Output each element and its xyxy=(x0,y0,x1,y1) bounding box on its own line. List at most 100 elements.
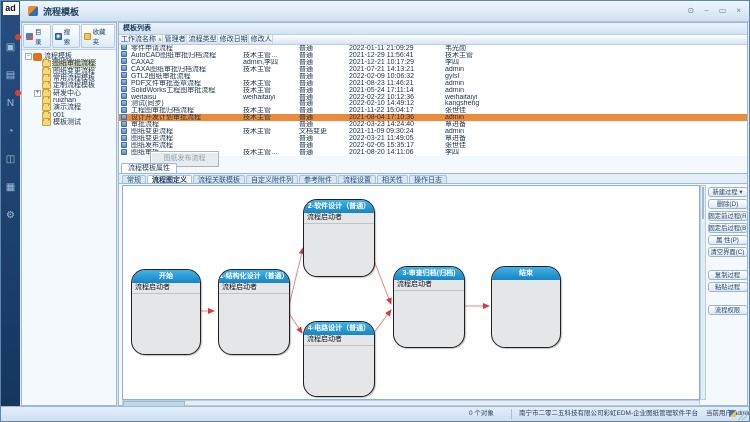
properties-tab[interactable]: 操作日志 xyxy=(409,175,447,183)
sidebar-tab[interactable]: 搜索 xyxy=(52,24,80,48)
cell-modifier: 李四 xyxy=(443,59,747,66)
cell-manager: 技术主管… xyxy=(241,149,297,156)
properties-tab[interactable]: 自定义附件列 xyxy=(246,175,298,183)
flow-node-title: 2-软件设计（普通） xyxy=(304,200,374,213)
tree-item[interactable]: + 研发中心 xyxy=(24,89,116,96)
diagram-tool-button[interactable]: 复制过程 xyxy=(708,270,748,280)
tree-item[interactable]: 演示流程 xyxy=(24,104,116,111)
cell-modified-date: 2022-02-05 15:35:17 xyxy=(347,142,443,149)
flow-node-review-archive[interactable]: 3-审查归档(归档) 流程启动者 xyxy=(393,266,465,348)
diagram-tool-button[interactable]: 新建过程 ▾ xyxy=(708,187,748,197)
flow-node-owner: 流程启动者 xyxy=(304,213,374,224)
cell-manager: 技术主管 xyxy=(241,66,297,73)
tree-item-label: ruizhan xyxy=(53,97,76,104)
table-row[interactable]: 设计开发计划审批流程 技术主管 普通 2021-08-04 17:10:36 a… xyxy=(119,114,747,121)
diagram-tool-button[interactable]: 粘贴过程 xyxy=(708,282,748,292)
tree-item[interactable]: 001 xyxy=(24,111,116,118)
table-row[interactable]: 审批流程 普通 2022-03-23 14:24:40 覃进备 xyxy=(119,121,747,128)
table-row[interactable]: 零件申请流程 普通 2022-01-11 21:09:29 韦光勋 xyxy=(119,45,747,52)
flow-node-owner: 流程启动者 xyxy=(132,283,200,294)
column-header[interactable]: 工作流名称 ∧ xyxy=(119,35,163,44)
rail-icon[interactable]: ◫ xyxy=(3,149,18,163)
tree-item-label: 模板测试 xyxy=(53,119,81,126)
column-header[interactable]: 修改日期 xyxy=(218,35,249,44)
cell-modifier: 技术主管 xyxy=(443,52,747,59)
tree-item[interactable]: 模板测试 xyxy=(24,119,116,126)
properties-tab[interactable]: 参考附件 xyxy=(299,175,337,183)
table-row[interactable]: CAXA图纸审批归档流程 技术主管 普通 2021-07-21 14:13:21… xyxy=(119,66,747,73)
table-row[interactable]: weitaisu weihaitaiyi 普通 2022-02-22 10:12… xyxy=(119,94,747,101)
title-bar: 流程模板 ⊙ − ▭ × xyxy=(20,1,749,22)
sidebar-tab-label: 收藏夹 xyxy=(93,26,112,46)
properties-tab[interactable]: 流程设置 xyxy=(338,175,376,183)
flow-node-circuit-design[interactable]: 4-电路设计（普通） 流程启动者 xyxy=(303,321,375,397)
table-row[interactable]: 图纸变更流程 普通 2022-03-21 11:49:05 覃进备 xyxy=(119,135,747,142)
sidebar-tab[interactable]: 收藏夹 xyxy=(81,24,115,48)
rail-icon[interactable]: ◔ xyxy=(3,121,18,135)
column-header[interactable]: 流程类型 xyxy=(187,35,218,44)
window-control-icon[interactable]: − xyxy=(704,1,709,21)
cell-workflow-name: SolidWorks工程图审批流程 xyxy=(129,87,241,94)
cell-type: 普通 xyxy=(297,66,347,73)
rail-icon[interactable]: ⚙ xyxy=(3,205,18,219)
cell-modified-date: 2022-03-21 11:49:05 xyxy=(347,135,443,142)
column-header[interactable]: 管理者 xyxy=(163,35,187,44)
window-control-icon[interactable]: ▭ xyxy=(719,1,727,21)
sidebar-tab-icon xyxy=(84,33,91,40)
properties-tab[interactable]: 流程图定义 xyxy=(147,175,192,183)
sidebar-tab[interactable]: 目录 xyxy=(23,24,51,48)
flow-node-start[interactable]: 开始 流程启动者 xyxy=(131,269,201,355)
tree-item-label: 定制流程模板 xyxy=(53,82,95,89)
properties-tab[interactable]: 相关性 xyxy=(377,175,408,183)
column-header[interactable]: 修改人 xyxy=(249,35,273,44)
rail-icon[interactable]: ▤ xyxy=(3,65,18,79)
cell-workflow-name: 工程图审批归档流程 xyxy=(129,107,241,114)
cell-modifier: 张世佳 xyxy=(443,107,747,114)
cell-modifier: admin xyxy=(443,114,747,121)
table-row[interactable]: 图纸变更流程 技术主管 文档变更 2021-11-09 09:30:24 adm… xyxy=(119,128,747,135)
rail-icon[interactable]: N • xyxy=(3,93,18,107)
table-row[interactable]: SolidWorks工程图审批流程 技术主管 普通 2021-05-24 17:… xyxy=(119,87,747,94)
flow-node-structure-design[interactable]: 1-结构化设计（普通） 流程启动者 xyxy=(218,269,290,355)
flow-diagram-canvas[interactable]: 开始 流程启动者 1-结构化设计（普通） 流程启动者 2-软件设计（普通） 流程… xyxy=(122,185,700,400)
window-control-icon[interactable]: × xyxy=(736,1,741,21)
table-row[interactable]: GTL2图纸审批流程 普通 2022-02-09 10:06:32 gylsl xyxy=(119,73,747,80)
table-row[interactable]: AutoCAD图纸审批归档流程 技术主管… 普通 2021-12-29 11:5… xyxy=(119,52,747,59)
tree-expander-icon[interactable]: + xyxy=(34,90,41,97)
cell-manager: 技术主管 xyxy=(241,80,297,87)
sidebar-tab-label: 搜索 xyxy=(64,26,77,46)
diagram-tool-button[interactable]: 删除(D) xyxy=(708,199,748,209)
app-rail: ad ▣ • ▤ N • ◔ xyxy=(1,1,20,407)
diagram-tool-button[interactable]: 流程权限 xyxy=(708,305,748,315)
cell-type: 文档变更 xyxy=(297,128,347,135)
window-control-icon[interactable]: ⊙ xyxy=(687,1,694,21)
cell-modifier: gylsl xyxy=(443,73,747,80)
folder-icon xyxy=(42,119,51,126)
diagram-tool-button[interactable]: 固定前过程(R) xyxy=(708,211,748,221)
diagram-tool-button[interactable]: 清空界面(C) xyxy=(708,247,748,257)
diagram-tool-button[interactable]: 固定后过程(B) xyxy=(708,223,748,233)
diagram-toolbar: 新建过程 ▾ 删除(D) 固定前过程(R) 固定后过程(B) 属 性(P) 清空… xyxy=(707,185,748,315)
diagram-tool-button[interactable]: 属 性(P) xyxy=(708,235,748,245)
flow-node-end[interactable]: 结束 xyxy=(491,266,561,348)
tree-item[interactable]: 图纸审批流程 xyxy=(24,60,116,67)
canvas-vertical-scrollbar[interactable] xyxy=(700,185,706,400)
cell-type: 普通 xyxy=(297,142,347,149)
properties-tab[interactable]: 流程关联模板 xyxy=(193,175,245,183)
table-row[interactable]: PDF文件审批签章流程 技术主管 普通 2021-08-23 11:46:21 … xyxy=(119,80,747,87)
table-row[interactable]: 图纸发布流程 普通 2022-02-05 15:35:17 张世佳 xyxy=(119,142,747,149)
table-row[interactable]: 测试(同步) 普通 2022-02-10 14:49:12 kangsheng xyxy=(119,101,747,108)
status-flag-icon xyxy=(729,410,736,417)
flow-node-software-design[interactable]: 2-软件设计（普通） 流程启动者 xyxy=(303,199,375,277)
rail-icon[interactable]: ▦ xyxy=(3,177,18,191)
tree-expander-icon[interactable]: − xyxy=(25,53,32,60)
tree-item[interactable]: 定制流程模板 xyxy=(24,82,116,89)
tree-item-label: 001 xyxy=(53,112,65,119)
table-row[interactable]: 工程图审批归档流程 技术主管 普通 2021-11-22 15:04:17 张世… xyxy=(119,107,747,114)
rail-icon[interactable]: ▣ • xyxy=(3,37,18,51)
tree-item[interactable]: ruizhan xyxy=(24,97,116,104)
properties-tab[interactable]: 常规 xyxy=(122,175,146,183)
tree-item[interactable]: 图纸变更流程 xyxy=(24,68,116,75)
table-row[interactable]: CAXA2 admin,李四 普通 2021-12-21 10:17:29 李四 xyxy=(119,59,747,66)
resize-grip[interactable] xyxy=(738,410,748,420)
